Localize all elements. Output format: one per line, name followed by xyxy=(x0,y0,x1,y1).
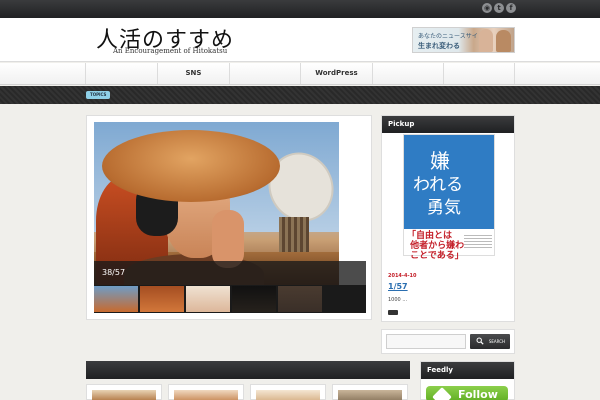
nav-item-sns[interactable]: SNS xyxy=(157,63,229,84)
search-widget: SEARCH xyxy=(381,329,515,354)
book-cover-top: 嫌 われる 勇気 xyxy=(404,135,494,229)
nav-item-wordpress[interactable]: WordPress xyxy=(300,63,372,84)
follow-label: Follow xyxy=(458,388,498,400)
banner-person-image xyxy=(479,29,493,52)
rss-icon[interactable]: ◉ xyxy=(482,3,492,13)
pickup-excerpt: 1000 ... xyxy=(388,297,408,303)
search-button-label: SEARCH xyxy=(488,339,505,344)
book-cover-image[interactable]: 嫌 われる 勇気 「自由とは 他者から嫌われる ことである」 xyxy=(403,134,495,261)
post-card[interactable] xyxy=(250,384,326,400)
section-header-bar xyxy=(86,361,410,379)
pickup-heading: Pickup xyxy=(382,116,514,133)
main-nav: SNS WordPress xyxy=(0,63,600,85)
book-title-3: 勇気 xyxy=(427,198,461,218)
slide-counter: 38/57 xyxy=(102,268,126,277)
pickup-date: 2014-4-10 xyxy=(388,273,417,279)
site-logo-subtitle: An Encouragement of Hitokatsu xyxy=(113,47,228,55)
site-header: 人活のすすめ An Encouragement of Hitokatsu あなた… xyxy=(0,18,600,62)
slide-hand xyxy=(212,210,244,268)
slide-thumbnail[interactable] xyxy=(186,286,230,312)
slide-thumbnail[interactable] xyxy=(94,286,138,312)
feedly-heading: Feedly xyxy=(421,362,514,379)
post-card-image xyxy=(92,390,156,400)
book-title-2: われる xyxy=(413,175,464,195)
post-card-image xyxy=(256,390,320,400)
slide-thumbnail[interactable] xyxy=(140,286,184,312)
featured-slider: 38/57 xyxy=(86,115,372,320)
slide-thumbnail[interactable] xyxy=(232,286,276,312)
topics-badge[interactable]: TOPICS xyxy=(86,91,111,99)
slide-thumbnail[interactable] xyxy=(278,286,322,312)
slide-thumbnails xyxy=(94,285,366,313)
nav-item[interactable] xyxy=(372,63,444,84)
nav-item[interactable] xyxy=(443,63,515,84)
post-card[interactable] xyxy=(168,384,244,400)
search-icon xyxy=(476,337,484,345)
feedly-icon xyxy=(432,387,452,400)
feedly-follow-button[interactable]: Follow xyxy=(426,386,508,400)
facebook-icon[interactable]: f xyxy=(506,3,516,13)
slide-caption-bar: 38/57 xyxy=(94,261,366,285)
pickup-title-link[interactable]: 1/57 xyxy=(388,282,408,291)
twitter-icon[interactable]: t xyxy=(494,3,504,13)
read-more-button[interactable] xyxy=(388,310,398,315)
post-card-image xyxy=(174,390,238,400)
post-card[interactable] xyxy=(332,384,408,400)
topics-bar: TOPICS xyxy=(0,86,600,104)
nav-item[interactable] xyxy=(229,63,301,84)
feedly-widget: Feedly Follow xyxy=(420,361,515,400)
pickup-widget: Pickup 嫌 われる 勇気 「自由とは 他者から嫌われる ことである」 20… xyxy=(381,115,515,322)
search-input[interactable] xyxy=(386,334,466,349)
post-card[interactable] xyxy=(86,384,162,400)
nav-item[interactable] xyxy=(85,63,157,84)
banner-person-image xyxy=(496,30,511,52)
post-card-image xyxy=(338,390,402,400)
banner-line-2: 生まれ変わる xyxy=(418,42,460,50)
book-text-lines xyxy=(464,233,492,249)
search-button[interactable]: SEARCH xyxy=(470,334,510,349)
header-ad-banner[interactable]: あなたのニュースサイトが 生まれ変わる xyxy=(412,27,515,53)
top-bar: ◉ t f xyxy=(0,0,600,18)
hat-shape xyxy=(102,130,280,202)
